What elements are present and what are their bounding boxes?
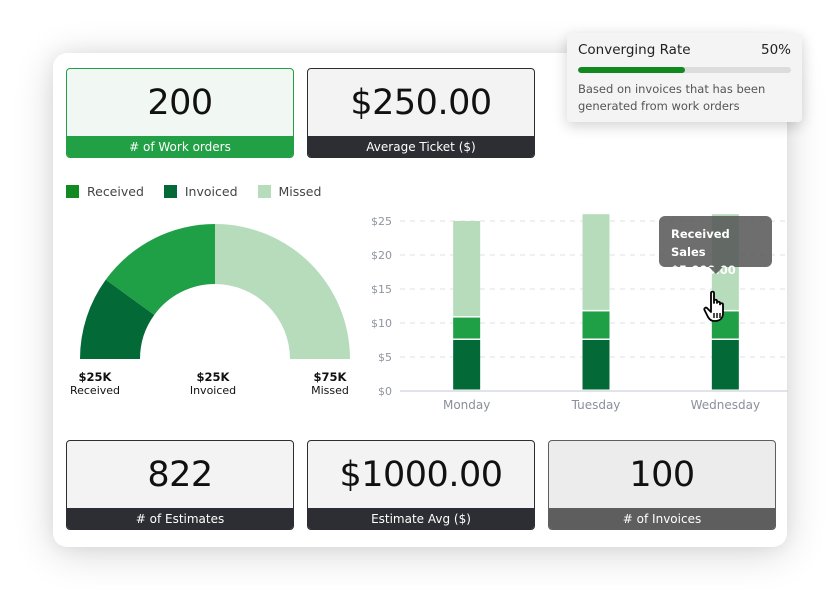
gauge-name: Missed [311,384,349,397]
bar-tuesday-missed[interactable] [582,214,610,310]
x-tick-label: Wednesday [691,398,760,412]
invoices-card[interactable]: 100 # of Invoices [548,440,776,530]
work-orders-card[interactable]: 200 # of Work orders [66,68,294,158]
x-tick-label: Monday [443,398,490,412]
gauge-amount: $25K [196,370,230,384]
converging-rate-description: Based on invoices that has been generate… [578,82,766,113]
gauge-name: Invoiced [189,384,237,397]
x-tick-label: Tuesday [571,398,621,412]
invoices-value: 100 [629,454,695,495]
bar-monday-missed[interactable] [453,221,481,317]
chart-legend: Received Invoiced Missed [66,184,321,199]
work-orders-label: # of Work orders [67,136,293,157]
gauge-segment-missed[interactable] [215,224,350,359]
bar-tuesday-invoiced[interactable] [582,340,610,390]
estimate-avg-label: Estimate Avg ($) [308,508,534,529]
legend-item-received[interactable]: Received [66,184,144,199]
tooltip-title: Received Sales [671,227,730,259]
legend-label: Received [87,184,144,199]
legend-label: Invoiced [184,184,238,199]
gauge-label-received: $25K Received [64,370,126,398]
gauge-label-missed: $75K Missed [300,370,360,398]
work-orders-value: 200 [147,82,213,123]
converging-rate-percent: 50% [760,42,791,58]
chart-tooltip: Received Sales $5,000.00 [659,216,772,277]
gauge-chart [80,224,350,359]
invoiced-swatch-icon [163,185,177,198]
converging-rate-progress [578,67,791,73]
estimate-avg-card[interactable]: $1000.00 Estimate Avg ($) [307,440,535,530]
average-ticket-label: Average Ticket ($) [308,136,534,157]
hand-pointer-icon [703,290,724,322]
bar-tuesday-received[interactable] [582,311,610,339]
converging-rate-title: Converging Rate [578,42,691,58]
gauge-label-invoiced: $25K Invoiced [182,370,244,398]
estimates-label: # of Estimates [67,508,293,529]
average-ticket-card[interactable]: $250.00 Average Ticket ($) [307,68,535,158]
estimate-avg-value: $1000.00 [339,454,503,495]
bar-wednesday-invoiced[interactable] [711,340,739,390]
converging-rate-card: Converging Rate 50% Based on invoices th… [567,33,802,122]
gauge-amount: $75K [313,370,347,384]
estimates-card[interactable]: 822 # of Estimates [66,440,294,530]
y-tick-label: $10 [371,317,392,330]
estimates-value: 822 [147,454,213,495]
bar-monday-invoiced[interactable] [453,340,481,390]
legend-label: Missed [278,184,322,199]
y-tick-label: $20 [371,249,392,262]
average-ticket-value: $250.00 [350,82,492,123]
y-tick-label: $0 [378,385,392,398]
bar-monday-received[interactable] [453,317,481,339]
gauge-amount: $25K [78,370,112,384]
legend-item-invoiced[interactable]: Invoiced [163,184,238,199]
legend-item-missed[interactable]: Missed [257,184,322,199]
tooltip-value: $5,000.00 [671,263,736,277]
received-swatch-icon [66,185,79,198]
y-tick-label: $25 [371,215,392,228]
invoices-label: # of Invoices [549,508,775,529]
missed-swatch-icon [257,185,271,198]
gauge-name: Received [69,384,121,397]
converging-rate-progress-fill [578,67,685,73]
y-tick-label: $5 [378,351,392,364]
y-tick-label: $15 [371,283,392,296]
